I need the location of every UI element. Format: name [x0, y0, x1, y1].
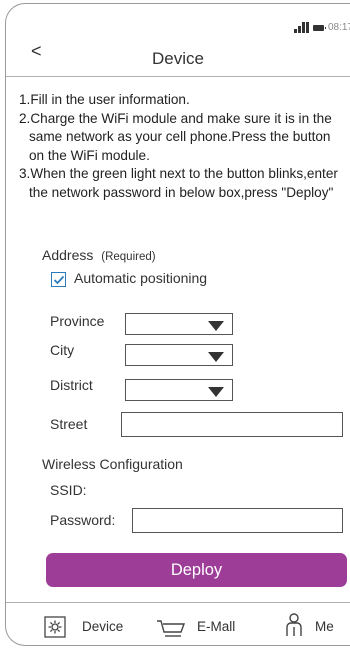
signal-icon — [294, 22, 310, 33]
street-label: Street — [50, 416, 88, 432]
street-input[interactable] — [121, 412, 343, 437]
checkmark-icon — [53, 275, 65, 285]
district-select[interactable] — [125, 379, 233, 401]
page-title: Device — [152, 49, 204, 68]
address-label-text: Address — [42, 247, 94, 263]
dropdown-arrow-icon — [208, 387, 224, 397]
required-note: (Required) — [101, 251, 156, 263]
instruction-step-3: 3.When the green light next to the butto… — [19, 166, 338, 200]
dropdown-arrow-icon — [208, 321, 224, 331]
gear-icon — [44, 616, 66, 638]
tab-bar: Device E-Mall Me — [6, 602, 350, 645]
deploy-button[interactable]: Deploy — [46, 553, 347, 587]
password-input[interactable] — [132, 508, 343, 533]
tab-device-label: Device — [82, 619, 124, 634]
person-icon — [286, 613, 302, 636]
city-select[interactable] — [125, 344, 233, 366]
city-label: City — [50, 342, 75, 358]
province-label: Province — [50, 313, 105, 329]
district-label: District — [50, 377, 93, 393]
auto-position-checkbox[interactable] — [51, 272, 66, 287]
battery-icon — [313, 25, 326, 31]
province-select[interactable] — [125, 313, 233, 335]
instructions: 1.Fill in the user information. 2.Charge… — [19, 91, 349, 202]
phone-frame: 08:17 < Device 1.Fill in the user inform… — [5, 3, 350, 646]
address-label: Address (Required) — [42, 247, 156, 263]
status-clock: 08:17 — [328, 22, 350, 33]
tab-emall-label: E-Mall — [197, 619, 236, 634]
tab-me-label: Me — [315, 619, 334, 634]
dropdown-arrow-icon — [208, 352, 224, 362]
ssid-label: SSID: — [50, 482, 87, 498]
password-label: Password: — [50, 512, 116, 528]
auto-position-label[interactable]: Automatic positioning — [74, 270, 207, 286]
instruction-step-2: 2.Charge the WiFi module and make sure i… — [19, 110, 332, 163]
cart-icon — [157, 620, 186, 637]
instruction-step-1: 1.Fill in the user information. — [19, 92, 190, 107]
wireless-config-label: Wireless Configuration — [42, 456, 183, 472]
header-divider — [6, 76, 350, 77]
status-bar: 08:17 — [230, 22, 350, 36]
